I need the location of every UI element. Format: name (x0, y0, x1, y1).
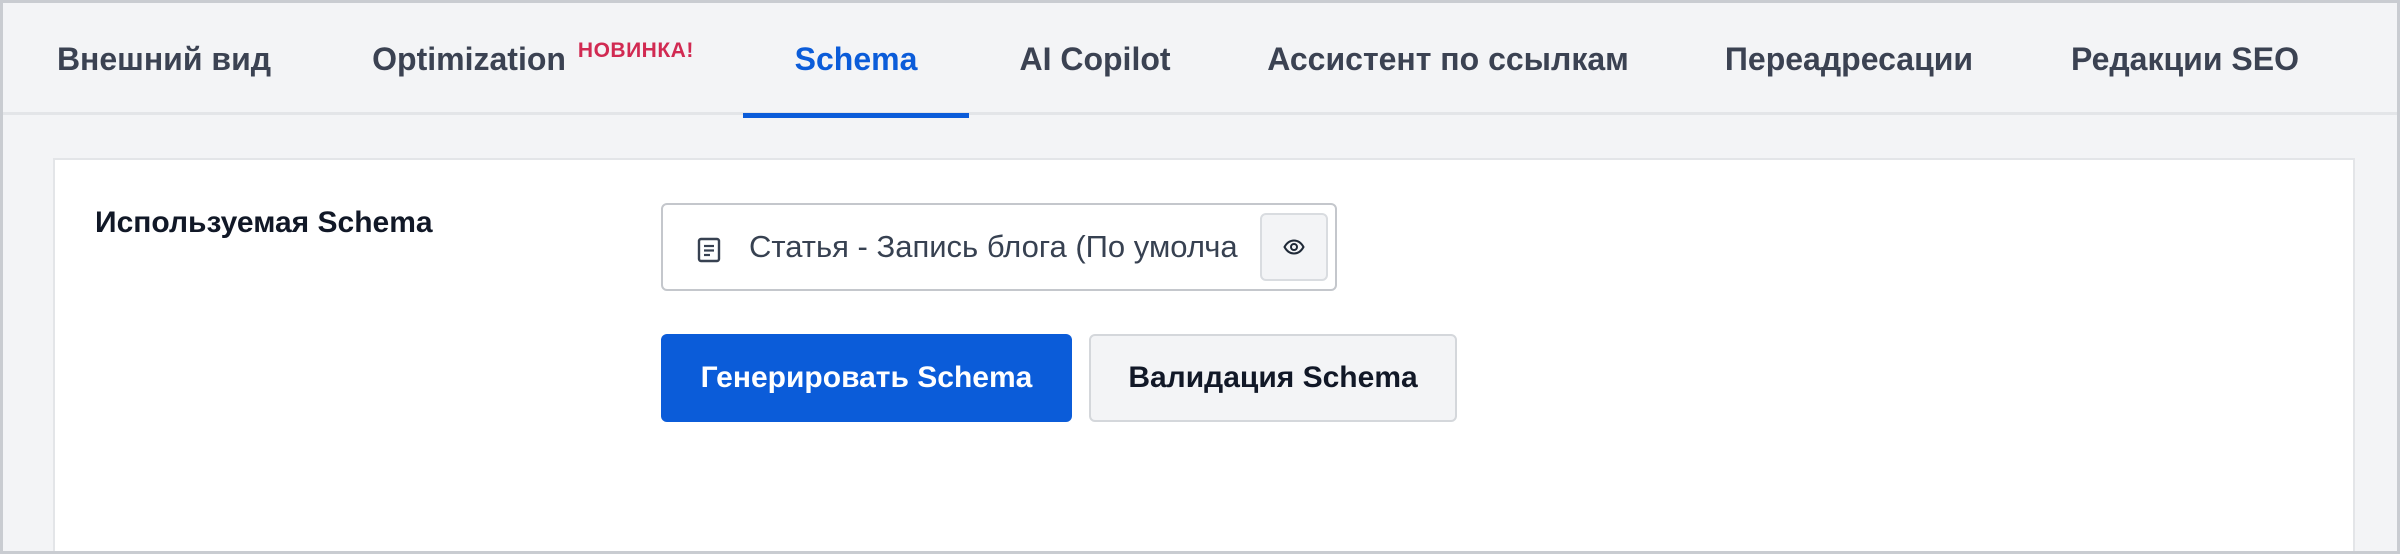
generate-schema-button[interactable]: Генерировать Schema (661, 334, 1072, 422)
eye-icon (1283, 239, 1305, 255)
tab-link-assistant-label: Ассистент по ссылкам (1267, 40, 1629, 77)
validate-schema-button[interactable]: Валидация Schema (1089, 334, 1457, 422)
tab-optimization-label: Optimization (372, 40, 566, 77)
new-badge: НОВИНКА! (577, 39, 694, 62)
schema-select[interactable]: Статья - Запись блога (По умолчанию) (661, 203, 1337, 291)
tab-seo-revisions[interactable]: Редакции SEO (2057, 3, 2313, 115)
tab-redirects[interactable]: Переадресации (1715, 3, 1983, 115)
tab-seo-revisions-label: Редакции SEO (2071, 40, 2299, 77)
tab-appearance[interactable]: Внешний вид (41, 3, 287, 115)
tab-schema[interactable]: Schema (743, 3, 969, 118)
tab-bar: Внешний вид Optimization НОВИНКА! Schema… (3, 3, 2397, 118)
tab-optimization[interactable]: Optimization НОВИНКА! (357, 3, 709, 115)
schema-settings-window: Внешний вид Optimization НОВИНКА! Schema… (0, 0, 2400, 554)
tab-appearance-label: Внешний вид (56, 40, 272, 77)
tab-ai-copilot-label: AI Copilot (1019, 40, 1171, 77)
tab-link-assistant[interactable]: Ассистент по ссылкам (1263, 3, 1633, 115)
preview-schema-button[interactable] (1260, 213, 1328, 281)
tab-ai-copilot[interactable]: AI Copilot (1003, 3, 1187, 115)
tab-redirects-label: Переадресации (1724, 40, 1974, 77)
schema-select-value: Статья - Запись блога (По умолчанию) (749, 229, 1239, 264)
schema-in-use-label: Используемая Schema (95, 206, 433, 239)
document-icon (697, 237, 721, 263)
tab-schema-label: Schema (794, 40, 918, 77)
